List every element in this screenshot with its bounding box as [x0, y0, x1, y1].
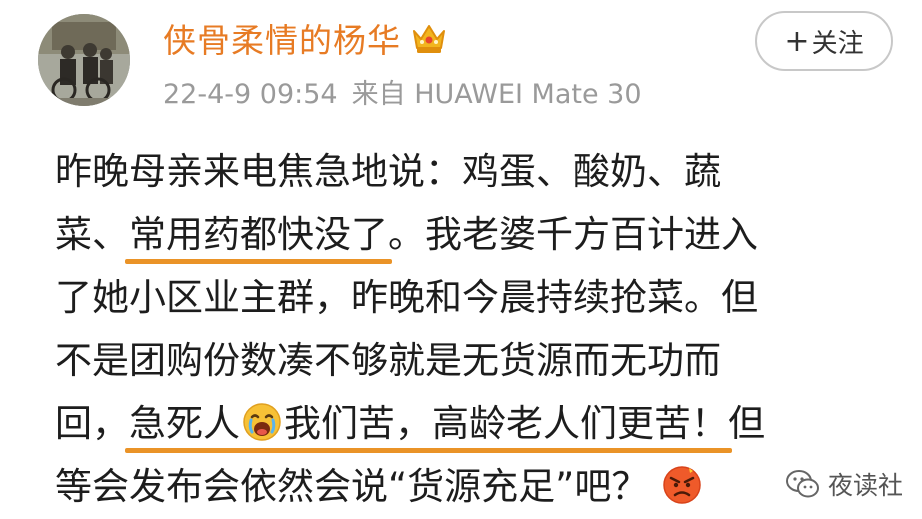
- post-header: 侠骨柔情的杨华 22-4-9 09:54 来自 HUAWEI Mate 30 + …: [0, 0, 922, 130]
- highlighted-text: 常用药都快没了: [125, 203, 392, 266]
- wechat-official-account-icon: [786, 470, 819, 498]
- username[interactable]: 侠骨柔情的杨华: [163, 14, 401, 62]
- post-text: 等会发布会依然会说“货源充足”吧？: [55, 465, 649, 508]
- source-device: HUAWEI Mate 30: [414, 79, 642, 110]
- crown-icon[interactable]: [411, 21, 447, 55]
- crying-face-emoji: [243, 403, 281, 441]
- username-row: 侠骨柔情的杨华: [163, 14, 447, 62]
- post-line-2: 菜、常用药都快没了。我老婆千方百计进入: [55, 203, 915, 266]
- avatar-photo: [38, 14, 130, 106]
- highlighted-text: 急死人 我们苦，高龄老人们更苦！: [125, 392, 732, 455]
- post-line-4: 不是团购份数凑不够就是无货源而无功而: [55, 339, 721, 382]
- watermark: 夜读社: [780, 462, 918, 506]
- post-text: 。我老婆千方百计进入: [388, 213, 758, 256]
- follow-button[interactable]: + 关注: [755, 11, 893, 71]
- avatar[interactable]: [38, 14, 130, 106]
- post-line-5: 回，急死人 我们苦，高龄老人们更苦！但: [55, 392, 915, 455]
- post-meta: 22-4-9 09:54 来自 HUAWEI Mate 30: [163, 72, 642, 111]
- highlighted-text-part: 急死人: [129, 402, 240, 445]
- angry-face-emoji: [663, 466, 702, 504]
- watermark-text: 夜读社: [828, 471, 904, 500]
- post-text: 回，: [55, 402, 129, 445]
- post-line-3: 了她小区业主群，昨晚和今晨持续抢菜。但: [55, 276, 758, 319]
- plus-icon: +: [784, 23, 810, 59]
- post-text: 但: [728, 402, 765, 445]
- post-line-1: 昨晚母亲来电焦急地说：鸡蛋、酸奶、蔬: [55, 150, 721, 193]
- follow-label: 关注: [811, 28, 864, 59]
- post-text: 菜、: [55, 213, 129, 256]
- post-timestamp: 22-4-9 09:54: [163, 79, 338, 110]
- highlighted-text-part: 我们苦，高龄老人们更苦！: [284, 402, 728, 445]
- source-prefix: 来自: [351, 79, 406, 110]
